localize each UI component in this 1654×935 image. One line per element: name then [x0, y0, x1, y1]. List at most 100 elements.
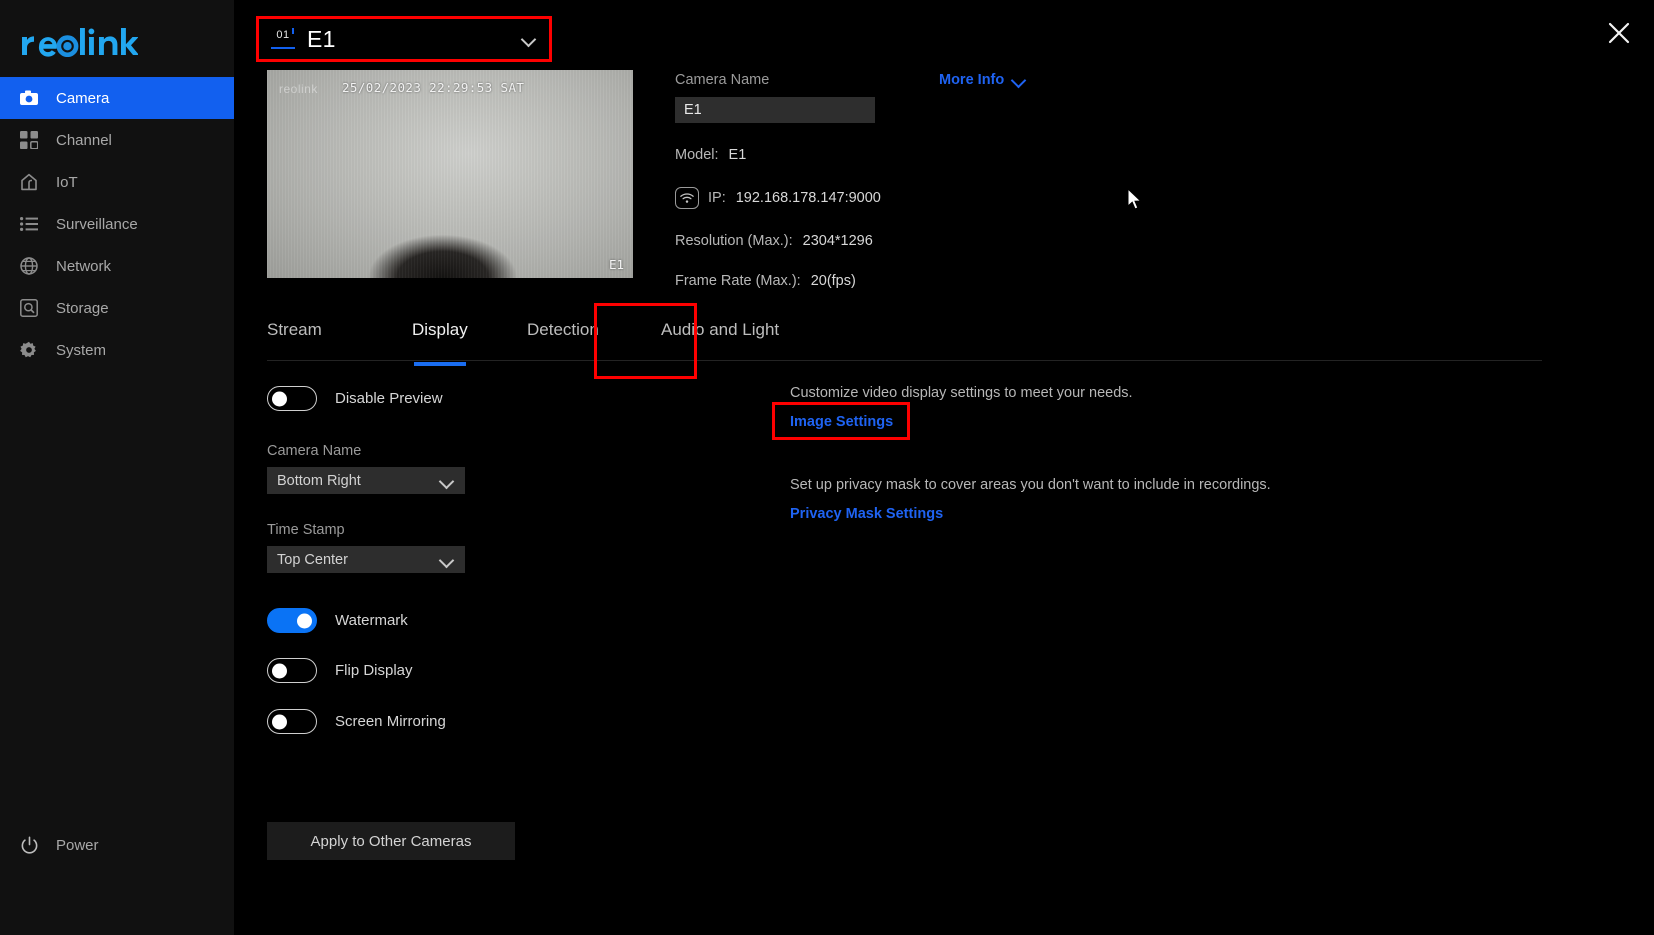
setting-label: Watermark: [335, 612, 408, 629]
sidebar-item-system[interactable]: System: [0, 329, 234, 371]
sidebar-item-camera[interactable]: Camera: [0, 77, 234, 119]
toggle-knob: [272, 714, 287, 729]
tab-label: Detection: [527, 320, 599, 339]
camera-name-position-select[interactable]: Bottom Right: [267, 467, 465, 494]
grid-icon: [20, 131, 46, 149]
display-links-panel: Customize video display settings to meet…: [790, 385, 1490, 523]
spec-value: 20(fps): [810, 273, 856, 289]
toggle-knob: [297, 613, 312, 628]
camera-info-panel: Camera Name Model: E1 IP: 192.168.178.14…: [675, 72, 1235, 289]
sidebar-item-label: Network: [56, 257, 112, 275]
camera-selector-dropdown[interactable]: 01 E1: [256, 16, 552, 62]
privacy-mask-description: Set up privacy mask to cover areas you d…: [790, 477, 1271, 493]
tab-label: Audio and Light: [661, 320, 780, 339]
spec-row-model: Model: E1: [675, 147, 1235, 163]
globe-icon: [20, 257, 46, 275]
field-label: Camera Name: [267, 443, 362, 459]
time-stamp-position-select[interactable]: Top Center: [267, 546, 465, 573]
setting-label: Screen Mirroring: [335, 713, 446, 730]
more-info-link[interactable]: More Info: [939, 72, 1027, 88]
gear-icon: [20, 341, 46, 359]
sidebar-item-power[interactable]: Power: [0, 825, 234, 865]
sidebar-item-storage[interactable]: Storage: [0, 287, 234, 329]
power-label: Power: [56, 836, 99, 854]
image-settings-description: Customize video display settings to meet…: [790, 385, 1133, 401]
spec-key: IP:: [708, 190, 726, 206]
sidebar-item-label: Surveillance: [56, 215, 138, 233]
spec-row-ip: IP: 192.168.178.147:9000: [675, 187, 1235, 209]
sidebar-item-label: Camera: [56, 89, 110, 107]
chevron-down-icon: [439, 476, 455, 486]
tab-stream[interactable]: Stream: [267, 316, 322, 360]
preview-scanlines: [267, 70, 633, 278]
preview-camera-name-osd: E1: [608, 257, 624, 272]
close-icon[interactable]: [1604, 18, 1634, 48]
sidebar: Camera Channel IoT Surveillance Network …: [0, 0, 234, 935]
setting-watermark: Watermark: [267, 608, 787, 633]
spec-row-framerate: Frame Rate (Max.): 20(fps): [675, 273, 1235, 289]
settings-tabs: Stream Display Detection Audio and Light: [267, 316, 1542, 366]
wifi-icon: [675, 187, 699, 209]
app-window: Camera Channel IoT Surveillance Network …: [0, 0, 1654, 935]
list-icon: [20, 217, 46, 231]
setting-flip-display: Flip Display: [267, 658, 787, 683]
sidebar-item-label: Channel: [56, 131, 112, 149]
spec-value: 2304*1296: [802, 233, 873, 249]
disable-preview-toggle[interactable]: [267, 386, 317, 411]
preview-timestamp: 25/02/2023 22:29:53 SAT: [342, 80, 525, 95]
sidebar-item-label: Storage: [56, 299, 109, 317]
tab-active-underline: [413, 362, 466, 366]
spec-key: Frame Rate (Max.):: [675, 273, 801, 289]
chevron-down-icon: [1011, 75, 1027, 85]
image-settings-link[interactable]: Image Settings: [790, 414, 893, 430]
toggle-knob: [272, 391, 287, 406]
camera-live-preview[interactable]: reolink 25/02/2023 22:29:53 SAT E1: [267, 70, 633, 278]
main-content: 01 E1 reolink 25/02/2023 22:29:53 SAT E1…: [234, 0, 1654, 935]
privacy-mask-settings-link[interactable]: Privacy Mask Settings: [790, 506, 943, 522]
sidebar-item-label: System: [56, 341, 107, 359]
more-info-label: More Info: [939, 72, 1005, 88]
channel-number: 01: [276, 29, 290, 41]
badge-tick: [292, 28, 294, 34]
sidebar-nav: Camera Channel IoT Surveillance Network …: [0, 77, 234, 371]
field-label: Time Stamp: [267, 522, 345, 538]
setting-label: Disable Preview: [335, 390, 443, 407]
spec-key: Resolution (Max.):: [675, 233, 793, 249]
chevron-down-icon: [439, 555, 455, 565]
tab-label: Stream: [267, 320, 322, 339]
sidebar-item-channel[interactable]: Channel: [0, 119, 234, 161]
camera-name-input[interactable]: [675, 97, 875, 123]
setting-camera-name-position: Camera Name Bottom Right: [267, 443, 787, 494]
sidebar-item-network[interactable]: Network: [0, 245, 234, 287]
chevron-down-icon: [521, 34, 537, 44]
spec-row-resolution: Resolution (Max.): 2304*1296: [675, 233, 1235, 249]
hard-drive-icon: [20, 299, 46, 317]
preview-watermark-logo: reolink: [279, 82, 318, 96]
channel-number-badge: 01: [271, 28, 295, 50]
setting-screen-mirroring: Screen Mirroring: [267, 709, 787, 734]
spec-key: Model:: [675, 147, 719, 163]
camera-title: E1: [307, 25, 336, 52]
watermark-toggle[interactable]: [267, 608, 317, 633]
tab-detection[interactable]: Detection: [527, 316, 599, 360]
spec-value: 192.168.178.147:9000: [735, 190, 881, 206]
display-settings-panel: Disable Preview Camera Name Bottom Right…: [267, 380, 787, 734]
tab-display[interactable]: Display: [412, 316, 468, 366]
setting-disable-preview: Disable Preview: [267, 386, 787, 411]
badge-underline: [271, 47, 295, 49]
tab-audio-and-light[interactable]: Audio and Light: [661, 316, 779, 360]
sidebar-item-iot[interactable]: IoT: [0, 161, 234, 203]
select-value: Bottom Right: [277, 472, 361, 489]
apply-to-other-cameras-button[interactable]: Apply to Other Cameras: [267, 822, 515, 860]
screen-mirroring-toggle[interactable]: [267, 709, 317, 734]
flip-display-toggle[interactable]: [267, 658, 317, 683]
spec-value: E1: [728, 147, 747, 163]
tab-label: Display: [412, 320, 468, 339]
home-icon: [20, 173, 46, 191]
sidebar-item-surveillance[interactable]: Surveillance: [0, 203, 234, 245]
select-value: Top Center: [277, 551, 348, 568]
camera-icon: [20, 90, 46, 106]
reolink-logo: [20, 22, 138, 62]
tabs-divider: [267, 360, 1542, 361]
power-icon: [20, 836, 46, 855]
